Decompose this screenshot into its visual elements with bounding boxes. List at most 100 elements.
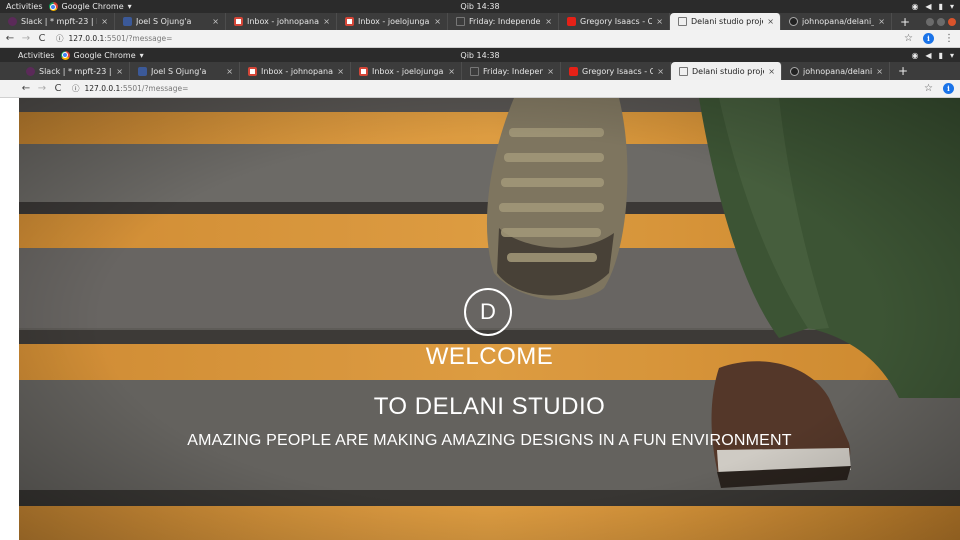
inner-tab-strip: Slack | * mpft-23 | Mori × Joel S Ojung'a ×… [0,62,960,80]
browser-tab[interactable]: Delani studio project × [670,13,781,30]
close-tab-icon[interactable]: × [434,17,441,26]
page-left-edge [0,98,19,540]
slack-favicon-icon [26,66,35,76]
system-tray[interactable]: ◉ ◀ ▮ ▾ [911,2,954,11]
info-icon[interactable]: ⓘ [72,83,80,94]
browser-tab[interactable]: Gregory Isaacs - Open × [559,13,670,30]
close-tab-icon[interactable]: × [116,67,123,76]
close-tab-icon[interactable]: × [226,67,233,76]
tab-label: Inbox - johnopana2016 [261,66,333,76]
tab-label: Slack | * mpft-23 | Mori [21,17,97,26]
tab-label: Gregory Isaacs - Open [580,17,652,26]
new-tab-button[interactable]: + [890,62,916,80]
browser-tab[interactable]: Inbox - johnopana2016 × [226,13,337,30]
window-controls [926,13,956,30]
url-field[interactable]: ⓘ 127.0.0.1:5501/?message= [56,33,172,44]
gh-favicon-icon [790,66,799,76]
close-tab-icon[interactable]: × [656,17,663,26]
inner-address-bar: ← → C ⓘ 127.0.0.1:5501/?message= ☆ i [0,80,960,98]
fb-favicon-icon [138,66,147,76]
app-menu[interactable]: Google Chrome ▾ [48,2,132,11]
inner-system-tray[interactable]: ◉ ◀ ▮ ▾ [911,51,954,60]
network-icon: ◉ [911,50,919,60]
chrome-icon [60,50,70,60]
close-tab-icon[interactable]: × [876,67,883,76]
close-tab-icon[interactable]: × [878,17,885,26]
browser-tab[interactable]: Delani studio project × [671,62,782,80]
url-path: :5501/?message= [104,34,173,43]
new-tab-button[interactable]: + [892,13,918,30]
tab-label: Inbox - joelojunga2019 [358,17,430,26]
logo-circle[interactable]: D [464,288,512,336]
close-tab-icon[interactable]: × [323,17,330,26]
inner-url-field[interactable]: ⓘ 127.0.0.1:5501/?message= [72,83,188,94]
volume-icon: ◀ [925,50,932,60]
close-tab-icon[interactable]: × [101,17,108,26]
maximize-button[interactable] [937,17,945,26]
close-tab-icon[interactable]: × [212,17,219,26]
doc-favicon-icon [678,17,687,26]
tab-label: johnopana/delani_stu [803,66,873,76]
url-host: 127.0.0.1 [68,34,105,43]
clock[interactable]: Qib 14:38 [460,2,499,11]
browser-tab[interactable]: Joel S Ojung'a × [115,13,226,30]
battery-icon: ▮ [938,50,943,60]
tab-label: Delani studio project [692,66,764,76]
close-tab-icon[interactable]: × [545,17,552,26]
doc-favicon-icon [456,17,465,26]
browser-tab[interactable]: Friday: Independent Pr × [462,62,561,80]
doc-favicon-icon [679,66,688,76]
power-menu-icon: ▾ [949,2,954,11]
browser-tab[interactable]: johnopana/delani_stud × [781,13,892,30]
browser-tab[interactable]: Inbox - johnopana2016 × [240,62,351,80]
close-tab-icon[interactable]: × [767,17,774,26]
network-icon: ◉ [911,2,919,11]
browser-tab[interactable]: Slack | * mpft-23 | Mori × [0,13,115,30]
back-button[interactable]: ← [18,83,34,94]
account-icon[interactable]: i [923,33,934,44]
gmail-favicon-icon [345,17,354,26]
browser-tab[interactable]: Gregory Isaacs - Open × [561,62,671,80]
gh-favicon-icon [789,17,798,26]
bookmark-star-icon[interactable]: ☆ [904,33,913,44]
menu-icon[interactable]: ⋮ [944,33,954,44]
close-tab-icon[interactable]: × [768,67,775,76]
browser-tab[interactable]: Friday: Independent Pr × [448,13,559,30]
hero-section: D WELCOME TO DELANI STUDIO AMAZING PEOPL… [19,98,960,540]
browser-tab[interactable]: Slack | * mpft-23 | Mori × [18,62,130,80]
close-tab-icon[interactable]: × [547,67,554,76]
hero-studio-heading: TO DELANI STUDIO [373,393,606,420]
close-tab-icon[interactable]: × [657,67,664,76]
forward-button[interactable]: → [18,33,34,44]
bookmark-star-icon[interactable]: ☆ [924,83,933,94]
close-window-button[interactable] [948,17,956,26]
minimize-button[interactable] [926,17,934,26]
close-tab-icon[interactable]: × [337,67,344,76]
fb-favicon-icon [123,17,132,26]
inner-clock[interactable]: Qib 14:38 [460,51,499,60]
close-tab-icon[interactable]: × [448,67,455,76]
inner-activities-button[interactable]: Activities [0,51,61,60]
tab-label: Delani studio project [691,17,763,26]
url-path: :5501/?message= [120,84,189,93]
inner-app-menu[interactable]: Google Chrome ▾ [60,50,144,60]
gmail-favicon-icon [359,66,368,76]
app-name: Google Chrome [61,2,124,11]
power-menu-icon: ▾ [949,50,954,60]
reload-button[interactable]: C [34,33,50,44]
info-icon[interactable]: ⓘ [56,33,64,44]
account-icon[interactable]: i [943,83,954,94]
browser-tab[interactable]: Joel S Ojung'a × [130,62,240,80]
tab-label: Slack | * mpft-23 | Mori [39,66,112,76]
browser-tab[interactable]: Inbox - joelojunga2019 × [337,13,448,30]
reload-button[interactable]: C [50,83,66,94]
activities-button[interactable]: Activities [0,2,49,11]
tab-label: Inbox - joelojunga2019 [372,66,444,76]
inner-app-name: Google Chrome [73,50,136,60]
volume-icon: ◀ [925,2,932,11]
forward-button[interactable]: → [34,83,50,94]
tab-label: Joel S Ojung'a [151,66,207,76]
browser-tab[interactable]: johnopana/delani_stu× [782,62,890,80]
back-button[interactable]: ← [2,33,18,44]
browser-tab[interactable]: Inbox - joelojunga2019 × [351,62,462,80]
